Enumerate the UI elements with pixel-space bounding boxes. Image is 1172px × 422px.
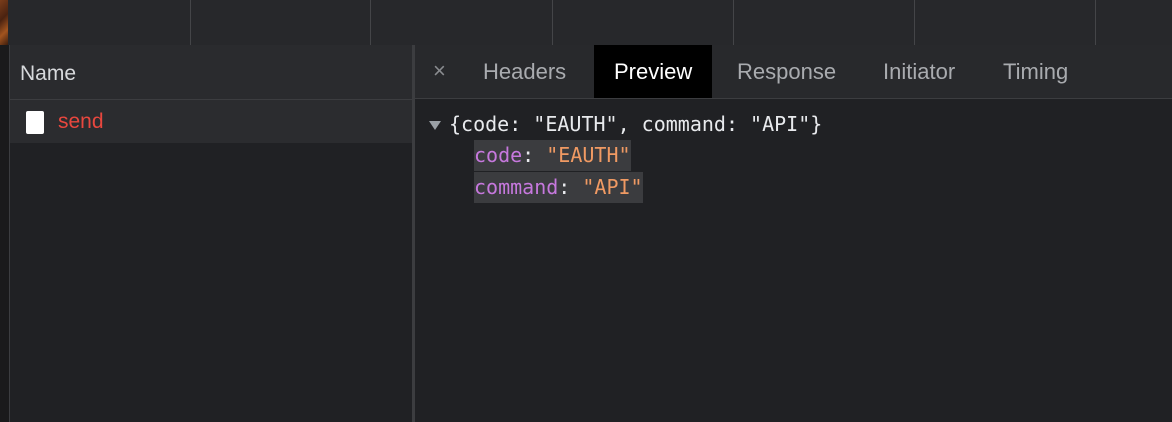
object-summary-text: {code: "EAUTH", command: "API"} (449, 112, 823, 136)
property-colon: : (522, 143, 547, 167)
devtools-network-panel: Name send × Headers Preview Response Ini… (0, 0, 1172, 422)
request-row[interactable]: send (10, 100, 412, 143)
strip-divider (1095, 0, 1096, 45)
json-preview: {code: "EAUTH", command: "API"} code: "E… (415, 100, 1172, 422)
tab-initiator[interactable]: Initiator (863, 45, 975, 98)
thumbnail-image (0, 0, 8, 45)
object-summary[interactable]: {code: "EAUTH", command: "API"} (429, 112, 822, 136)
strip-divider (914, 0, 915, 45)
property-colon: : (558, 175, 583, 199)
strip-divider (370, 0, 371, 45)
expand-triangle-icon[interactable] (429, 121, 441, 130)
name-column-label: Name (20, 62, 77, 85)
property-key: code (474, 143, 523, 167)
tab-response[interactable]: Response (717, 45, 856, 98)
json-property-row[interactable]: command: "API" (474, 172, 643, 203)
tab-preview[interactable]: Preview (594, 45, 713, 98)
strip-divider (733, 0, 734, 45)
tab-headers[interactable]: Headers (463, 45, 586, 98)
close-icon[interactable]: × (433, 58, 446, 84)
property-key: command (474, 175, 559, 199)
overview-strip (0, 0, 1172, 46)
tab-timing[interactable]: Timing (983, 45, 1088, 98)
strip-divider (190, 0, 191, 45)
property-value: "API" (582, 175, 643, 199)
property-value: "EAUTH" (546, 143, 631, 167)
request-name[interactable]: send (58, 110, 104, 134)
strip-divider (552, 0, 553, 45)
left-gutter (0, 45, 10, 422)
details-tabbar: × Headers Preview Response Initiator Tim… (415, 45, 1172, 99)
json-property-row[interactable]: code: "EAUTH" (474, 140, 631, 171)
document-icon (26, 111, 44, 134)
name-column-header[interactable]: Name (10, 45, 412, 100)
request-details-panel: × Headers Preview Response Initiator Tim… (415, 45, 1172, 422)
